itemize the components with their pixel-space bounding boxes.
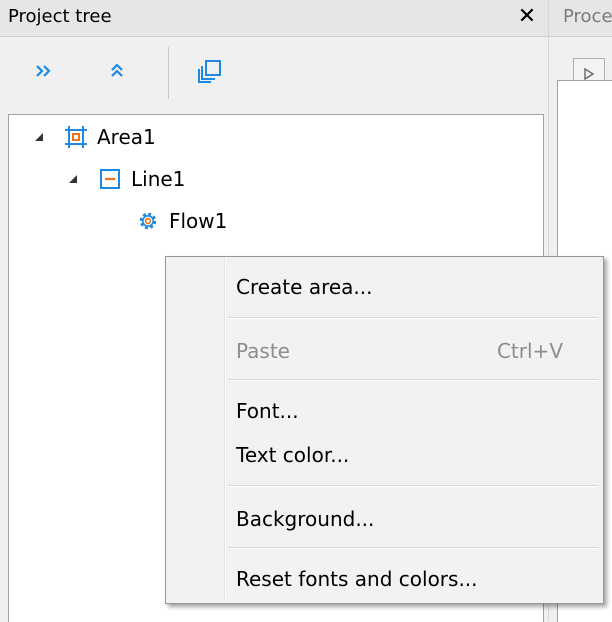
menu-separator — [228, 547, 598, 549]
tree-node-label: Flow1 — [169, 209, 228, 233]
menu-item-create-area[interactable]: Create area... — [168, 267, 599, 307]
menu-item-label: Font... — [236, 399, 299, 423]
expanded-triangle-icon[interactable] — [29, 127, 49, 147]
tree-node-label: Area1 — [97, 125, 156, 149]
play-icon — [584, 67, 595, 81]
menu-item-reset-fonts-and-colors[interactable]: Reset fonts and colors... — [168, 559, 599, 599]
menu-item-label: Background... — [236, 507, 375, 531]
menu-separator — [228, 485, 598, 487]
menu-item-paste[interactable]: Paste Ctrl+V — [168, 331, 599, 371]
panel-title: Project tree — [8, 6, 112, 27]
menu-separator — [228, 317, 598, 319]
expanded-triangle-icon[interactable] — [63, 169, 83, 189]
menu-item-text-color[interactable]: Text color... — [168, 435, 599, 475]
menu-item-shortcut: Ctrl+V — [496, 339, 563, 363]
toolbar-separator — [168, 47, 169, 99]
line-icon — [97, 166, 123, 192]
context-menu: Create area... Paste Ctrl+V Font... Text… — [165, 256, 604, 604]
menu-separator — [228, 379, 598, 381]
double-chevron-up-icon — [111, 63, 123, 77]
tree-node-line1[interactable]: Line1 — [63, 159, 185, 199]
tree-node-area1[interactable]: Area1 — [29, 117, 156, 157]
close-icon[interactable]: ✕ — [514, 2, 540, 32]
expand-all-button[interactable] — [24, 51, 64, 91]
tree-toolbar — [0, 37, 548, 112]
menu-item-label: Text color... — [236, 443, 350, 467]
collapse-all-button[interactable] — [97, 51, 137, 91]
copy-window-button[interactable] — [190, 51, 230, 91]
copy-window-icon — [198, 60, 221, 83]
panel-header: Project tree ✕ — [0, 0, 548, 37]
area-icon — [63, 124, 89, 150]
menu-item-label: Paste — [236, 339, 290, 363]
double-chevron-right-icon — [36, 65, 51, 77]
menu-item-background[interactable]: Background... — [168, 499, 599, 539]
menu-item-label: Reset fonts and colors... — [236, 567, 478, 591]
process-panel-header: Process — [549, 0, 612, 37]
menu-item-label: Create area... — [236, 275, 373, 299]
tree-node-flow1[interactable]: Flow1 — [135, 201, 227, 241]
menu-item-font[interactable]: Font... — [168, 391, 599, 431]
process-panel-title: Process — [563, 6, 612, 27]
tree-node-label: Line1 — [131, 167, 186, 191]
gear-icon — [135, 208, 161, 234]
